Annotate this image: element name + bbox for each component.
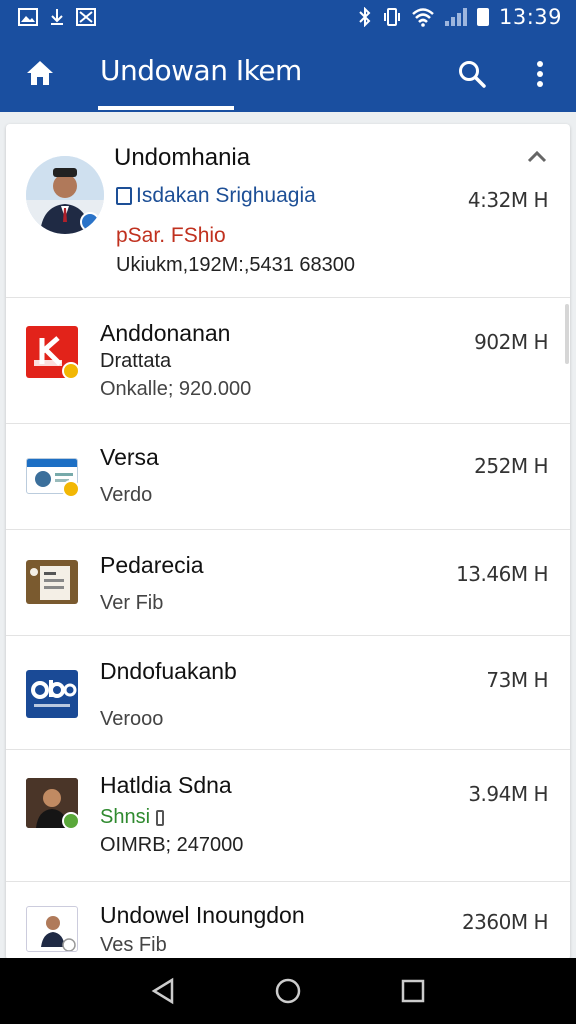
phone-icon bbox=[156, 809, 165, 826]
item-title: Pedarecia bbox=[100, 552, 204, 578]
item-sub1-row: Shnsi bbox=[100, 806, 165, 829]
list-item[interactable]: Anddonanan 902M H Drattata Onkalle; 920.… bbox=[6, 298, 570, 424]
document-icon bbox=[26, 560, 78, 604]
item-size: 252M H bbox=[474, 454, 548, 478]
item-size: 13.46M H bbox=[456, 562, 548, 586]
item-sub1: Ver Fib bbox=[100, 592, 164, 614]
avatar bbox=[26, 156, 104, 234]
list-item[interactable]: Pedarecia 13.46M H Ver Fib bbox=[6, 530, 570, 636]
verified-badge bbox=[80, 212, 100, 232]
featured-item[interactable]: Undomhania Isdakan Srighuagia 4:32M H pS… bbox=[6, 124, 570, 298]
battery-icon bbox=[476, 8, 489, 26]
item-size: 3.94M H bbox=[468, 782, 548, 806]
vibrate-icon bbox=[383, 8, 400, 26]
search-button[interactable] bbox=[450, 52, 494, 96]
gallery-icon bbox=[76, 8, 96, 26]
image-icon bbox=[18, 8, 38, 26]
scrollbar[interactable] bbox=[565, 304, 569, 364]
home-icon bbox=[27, 61, 53, 85]
home-nav-button[interactable] bbox=[266, 969, 310, 1013]
chevron-up-icon[interactable] bbox=[526, 146, 548, 168]
item-title: Dndofuakanb bbox=[100, 658, 237, 684]
item-sub1: Ves Fib bbox=[100, 934, 167, 956]
back-icon bbox=[151, 977, 173, 1005]
item-size: 2360M H bbox=[461, 910, 549, 934]
item-sub1: Drattata bbox=[100, 350, 172, 372]
search-icon bbox=[459, 61, 486, 88]
recents-icon bbox=[402, 979, 425, 1003]
home-circle-icon bbox=[275, 978, 301, 1004]
item-title: Undowel Inoungdon bbox=[100, 902, 305, 928]
signal-icon bbox=[444, 8, 467, 26]
recents-button[interactable] bbox=[391, 969, 435, 1013]
badge-icon bbox=[62, 362, 80, 380]
wifi-icon bbox=[412, 8, 434, 27]
item-sub1: Shnsi bbox=[100, 806, 151, 828]
item-sub1: Verooo bbox=[100, 708, 164, 730]
featured-line3: Ukiukm,192M:,5431 68300 bbox=[116, 254, 356, 276]
badge-icon bbox=[62, 480, 80, 498]
back-button[interactable] bbox=[141, 969, 185, 1013]
list-item[interactable]: Versa 252M H Verdo bbox=[6, 424, 570, 530]
active-tab-indicator bbox=[98, 106, 234, 110]
list-item[interactable]: Hatldia Sdna 3.94M H Shnsi OIMRB; 247000 bbox=[6, 750, 570, 882]
status-right-icons: 13:39 bbox=[357, 5, 562, 29]
app-title[interactable]: Undowan Ikem bbox=[100, 54, 302, 87]
folder-icon bbox=[116, 187, 132, 205]
home-button[interactable] bbox=[0, 34, 80, 112]
bluetooth-icon bbox=[359, 7, 371, 27]
featured-size: 4:32M H bbox=[467, 188, 549, 212]
featured-title: Undomhania bbox=[114, 144, 251, 171]
person-suit-icon bbox=[26, 906, 78, 952]
download-icon bbox=[51, 9, 63, 25]
item-sub2: OIMRB; 247000 bbox=[100, 834, 244, 856]
featured-line2: pSar. FShio bbox=[116, 224, 226, 247]
status-time: 13:39 bbox=[498, 5, 562, 29]
item-sub2: Onkalle; 920.000 bbox=[100, 378, 252, 400]
featured-source: Isdakan Srighuagia bbox=[116, 184, 316, 208]
download-list-card: Undomhania Isdakan Srighuagia 4:32M H pS… bbox=[6, 124, 570, 960]
list-item[interactable]: Undowel Inoungdon 2360M H Ves Fib bbox=[6, 882, 570, 960]
status-bar: 13:39 bbox=[0, 0, 576, 34]
item-size: 73M H bbox=[486, 668, 548, 692]
item-size: 902M H bbox=[474, 330, 548, 354]
logo-ob-icon bbox=[26, 670, 78, 718]
app-bar: Undowan Ikem bbox=[0, 34, 576, 112]
more-vert-icon bbox=[537, 61, 543, 87]
item-title: Anddonanan bbox=[100, 320, 231, 346]
system-nav-bar bbox=[0, 958, 576, 1024]
item-sub1: Verdo bbox=[100, 484, 153, 506]
status-left-icons bbox=[18, 8, 96, 26]
list-item[interactable]: Dndofuakanb 73M H Verooo bbox=[6, 636, 570, 750]
overflow-menu-button[interactable] bbox=[520, 52, 560, 96]
item-title: Versa bbox=[100, 444, 159, 470]
item-title: Hatldia Sdna bbox=[100, 772, 232, 798]
badge-icon bbox=[62, 812, 80, 830]
featured-line1: Isdakan Srighuagia bbox=[136, 184, 316, 207]
